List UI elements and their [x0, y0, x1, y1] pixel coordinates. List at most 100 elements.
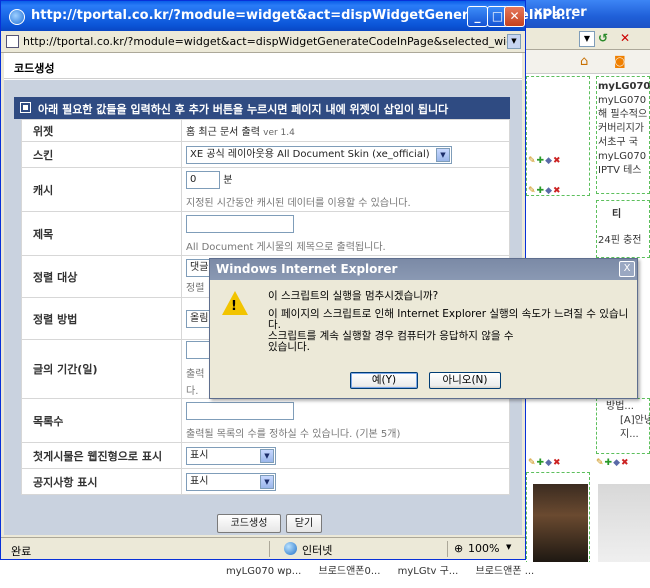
widget-frame [526, 76, 590, 196]
row-label: 위젯 [21, 119, 182, 142]
title-help: All Document 게시물의 제목으로 출력됩니다. [186, 241, 386, 253]
chevron-down-icon[interactable]: ▼ [260, 448, 274, 463]
table-row: 스킨 XE 공식 레이아웃용 All Document Skin (xe_off… [21, 141, 510, 168]
minimize-button[interactable]: _ [467, 6, 488, 27]
order-type-value: 올림 [190, 312, 209, 324]
magnifier-icon: ⊕ [454, 542, 464, 555]
dialog-close-button[interactable]: X [619, 261, 635, 277]
widget-name: 홈 최근 문서 출력 [186, 127, 260, 138]
webzine-select-value: 표시 [190, 449, 209, 461]
widget-tools[interactable]: ✎✚◆✖ [596, 458, 630, 468]
list-item[interactable]: myLG070 [598, 94, 650, 108]
no-button[interactable]: 아니오(N) [429, 372, 501, 389]
notice-select[interactable]: 표시 ▼ [186, 472, 276, 491]
list-item[interactable]: 24핀 충전 [598, 234, 650, 248]
row-value: 홈 최근 문서 출력 ver 1.4 [181, 119, 510, 142]
zone-label: 인터넷 [302, 544, 333, 557]
table-row: 공지사항 표시 표시 ▼ [21, 468, 510, 495]
bottom-link[interactable]: 브로드앤폰0... [319, 566, 381, 577]
row-label: 목록수 [21, 398, 182, 443]
cache-input[interactable]: 0 [186, 170, 220, 189]
row-label: 스킨 [21, 141, 182, 168]
home-icon[interactable]: ⌂ [580, 54, 588, 69]
bottom-link[interactable]: myLGtv 구... [398, 566, 459, 577]
refresh-icon[interactable]: ↺ [598, 31, 616, 47]
cache-help: 지정된 시간동안 캐시된 데이터를 이용할 수 있습니다. [186, 197, 411, 209]
widget-version: ver 1.4 [263, 128, 295, 138]
bottom-link[interactable]: myLG070 wp... [226, 566, 301, 577]
list-count-input[interactable] [186, 401, 294, 420]
list-item[interactable]: myLG070 [598, 150, 650, 164]
video-thumbnail[interactable] [598, 484, 650, 562]
row-label: 제목 [21, 211, 182, 256]
skin-select[interactable]: XE 공식 레이아웃용 All Document Skin (xe_offici… [186, 145, 452, 164]
order-target-value: 댓글 [190, 262, 209, 273]
bottom-link[interactable]: 브로드앤폰 ... [476, 566, 535, 577]
yes-button[interactable]: 예(Y) [350, 372, 418, 389]
list-item[interactable]: 서초구 국 [598, 136, 650, 150]
list-item[interactable]: [A]안녕 [620, 414, 650, 428]
zoom-control[interactable]: ⊕ 100% ▼ [447, 541, 523, 557]
chevron-down-icon[interactable]: ▼ [260, 474, 274, 489]
info-bar-text: 아래 필요한 값들을 입력하신 후 추가 버튼을 누르시면 페이지 내에 위젯이… [38, 103, 449, 116]
page-icon [6, 35, 19, 48]
row-value: 표시 ▼ [181, 442, 510, 469]
widget-tools[interactable]: ✎✚◆✖ [528, 186, 562, 196]
chevron-down-icon[interactable]: ▼ [579, 31, 595, 47]
table-row: 첫게시물은 웹진형으로 표시 표시 ▼ [21, 442, 510, 469]
widget-heading: 티 [612, 209, 622, 220]
cache-unit: 분 [223, 174, 233, 186]
row-value: 0 분 지정된 시간동안 캐시된 데이터를 이용할 수 있습니다. [181, 167, 510, 212]
row-label: 정렬 대상 [21, 255, 182, 298]
list-item[interactable]: IPTV 테스 [598, 164, 650, 178]
table-row: 캐시 0 분 지정된 시간동안 캐시된 데이터를 이용할 수 있습니다. [21, 167, 510, 212]
globe-icon [284, 542, 297, 555]
chevron-down-icon[interactable]: ▼ [507, 34, 521, 49]
row-label: 공지사항 표시 [21, 468, 182, 495]
address-text[interactable]: http://tportal.co.kr/?module=widget&act=… [23, 35, 509, 48]
page-title: 코드생성 [14, 62, 55, 75]
list-item[interactable]: 해 필수적으 [598, 108, 650, 122]
widget-tools[interactable]: ✎✚◆✖ [528, 458, 562, 468]
list-item[interactable]: 커버리지가 [598, 122, 650, 136]
notice-select-value: 표시 [190, 475, 209, 487]
widget-tools[interactable]: ✎✚◆✖ [528, 156, 562, 166]
row-value: 출력될 목록의 수를 정하실 수 있습니다. (기본 5개) [181, 398, 510, 443]
widget-list-3: 방법... [A]안녕 지... [598, 400, 650, 442]
list-item[interactable]: 방법... [606, 400, 650, 414]
row-label: 글의 기간(일) [21, 339, 182, 399]
row-label: 첫게시물은 웹진형으로 표시 [21, 442, 182, 469]
close-button[interactable]: ✕ [504, 6, 525, 27]
chevron-down-icon[interactable]: ▼ [436, 147, 450, 162]
dialog-title: Windows Internet Explorer [216, 262, 398, 276]
title-input[interactable] [186, 214, 294, 233]
popup-address-bar[interactable]: http://tportal.co.kr/?module=widget&act=… [1, 31, 525, 53]
zoom-level: 100% [468, 542, 500, 555]
video-thumbnail[interactable] [533, 484, 588, 562]
close-popup-button[interactable]: 닫기 [286, 514, 322, 533]
status-text: 완료 [11, 545, 32, 558]
security-zone[interactable]: 인터넷 [269, 541, 437, 557]
stop-icon[interactable]: ✕ [620, 31, 636, 47]
info-bar: 아래 필요한 값들을 입력하신 후 추가 버튼을 누르시면 페이지 내에 위젯이… [14, 97, 510, 119]
list-item[interactable]: 지... [620, 428, 650, 442]
exclamation-icon: ! [231, 299, 237, 314]
row-label: 정렬 방법 [21, 297, 182, 340]
webzine-select[interactable]: 표시 ▼ [186, 446, 276, 465]
rss-icon[interactable]: ◙ [614, 54, 626, 68]
dialog-message: 이 페이지의 스크립트로 인해 Internet Explorer 실행의 속도… [268, 309, 634, 353]
dialog-message-line: 이 페이지의 스크립트로 인해 Internet Explorer 실행의 속도… [268, 308, 629, 331]
dialog-title-bar[interactable]: Windows Internet Explorer X [210, 259, 637, 280]
popup-title-bar[interactable]: http://tportal.co.kr/?module=widget&act=… [1, 1, 576, 31]
chevron-down-icon[interactable]: ▼ [506, 543, 511, 551]
bottom-link-row: myLG070 wp... 브로드앤폰0... myLGtv 구... 브로드앤… [226, 562, 650, 577]
list-item[interactable]: myLG070 [598, 80, 650, 94]
list-count-help: 출력될 목록의 수를 정하실 수 있습니다. (기본 5개) [186, 428, 401, 440]
row-label: 캐시 [21, 167, 182, 212]
generate-code-button[interactable]: 코드생성 [217, 514, 281, 533]
info-square-icon [20, 102, 31, 113]
row-value: XE 공식 레이아웃용 All Document Skin (xe_offici… [181, 141, 510, 168]
script-warning-dialog: Windows Internet Explorer X ! 이 스크립트의 실행… [209, 258, 638, 399]
row-value: 표시 ▼ [181, 468, 510, 495]
row-value: All Document 게시물의 제목으로 출력됩니다. [181, 211, 510, 256]
